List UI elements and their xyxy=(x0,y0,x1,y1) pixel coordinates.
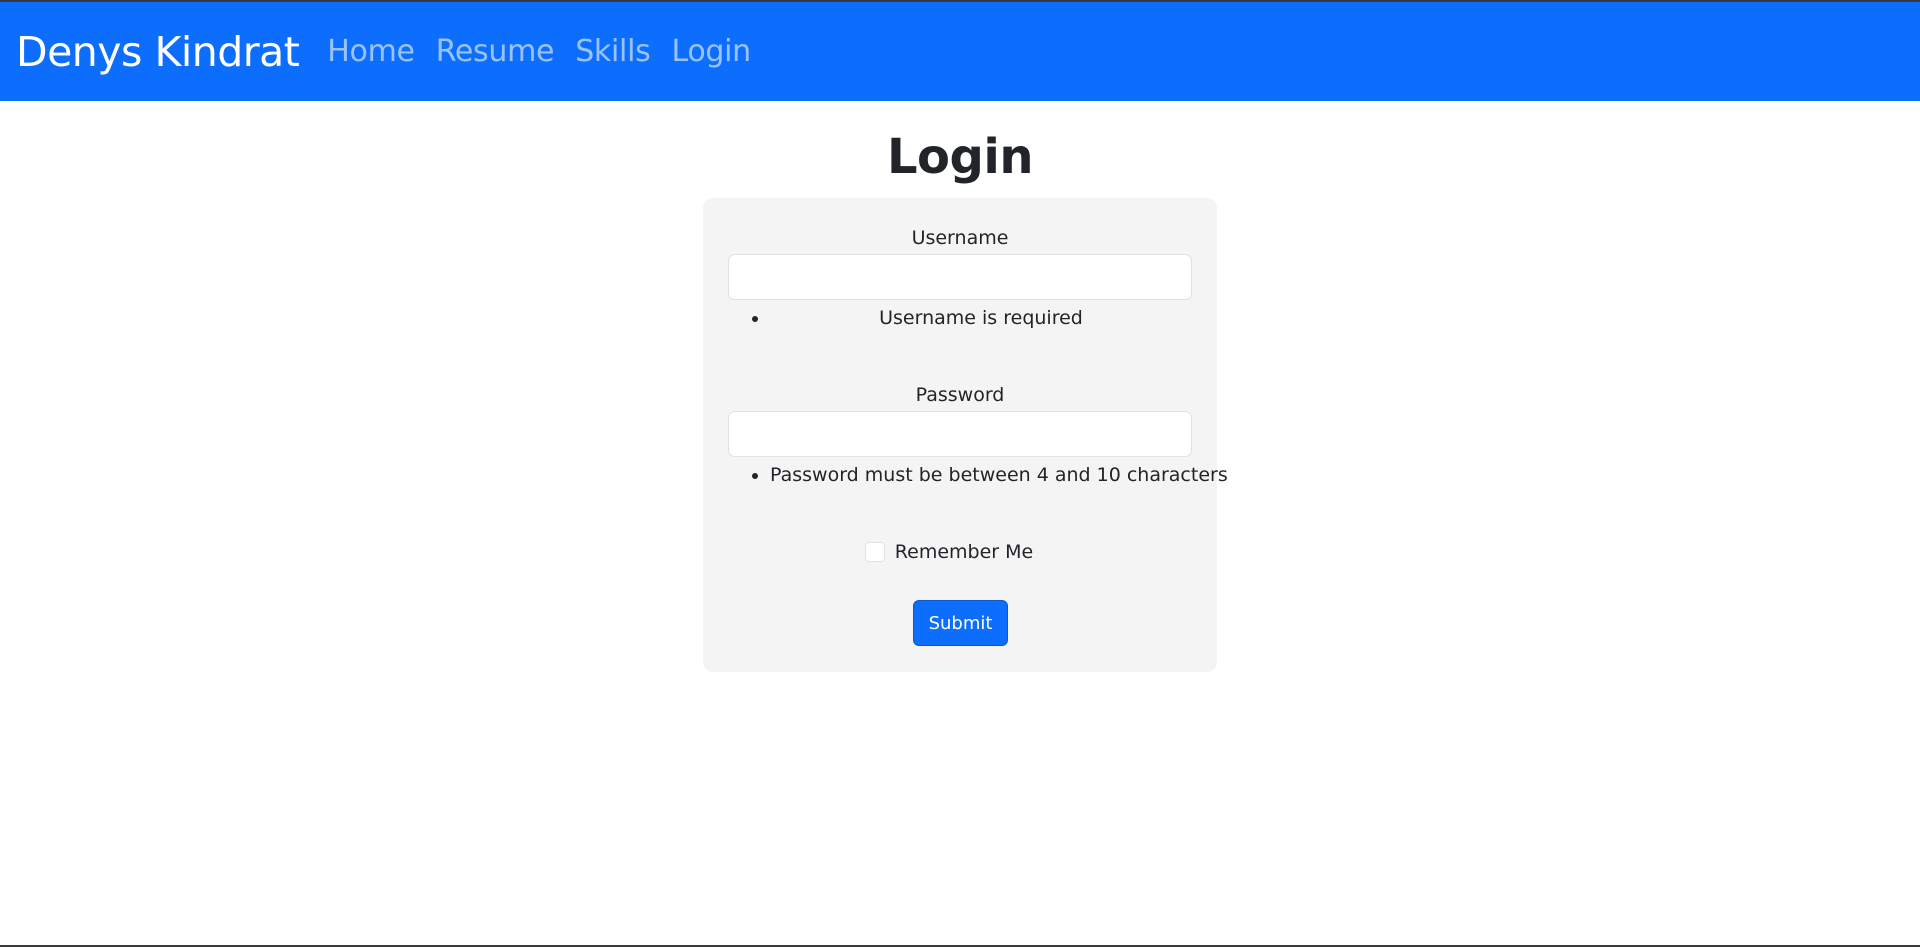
password-errors: Password must be between 4 and 10 charac… xyxy=(728,461,1228,489)
password-error-message: Password must be between 4 and 10 charac… xyxy=(770,461,1228,489)
username-error-message: Username is required xyxy=(770,304,1192,332)
login-form: Username Username is required Password P… xyxy=(703,198,1228,672)
nav-links: Home Resume Skills Login xyxy=(327,34,772,69)
nav-link-resume[interactable]: Resume xyxy=(436,34,555,69)
nav-link-home[interactable]: Home xyxy=(327,34,415,69)
password-input[interactable] xyxy=(728,411,1192,457)
nav-link-login[interactable]: Login xyxy=(671,34,751,69)
remember-me-group: Remember Me xyxy=(703,541,1217,563)
password-label: Password xyxy=(915,384,1005,406)
username-field-group: Username Username is required xyxy=(728,226,1192,332)
submit-button[interactable]: Submit xyxy=(913,600,1008,646)
username-input[interactable] xyxy=(728,254,1192,300)
page: Denys Kindrat Home Resume Skills Login L… xyxy=(0,0,1920,947)
navbar: Denys Kindrat Home Resume Skills Login xyxy=(0,2,1920,101)
page-title: Login xyxy=(886,129,1034,185)
nav-link-skills[interactable]: Skills xyxy=(575,34,651,69)
password-field-group: Password Password must be between 4 and … xyxy=(728,383,1228,489)
brand-link[interactable]: Denys Kindrat xyxy=(16,28,300,76)
remember-me-checkbox[interactable] xyxy=(864,542,885,562)
remember-me-label[interactable]: Remember Me xyxy=(895,541,1033,563)
username-label: Username xyxy=(911,227,1009,249)
username-errors: Username is required xyxy=(728,304,1192,332)
